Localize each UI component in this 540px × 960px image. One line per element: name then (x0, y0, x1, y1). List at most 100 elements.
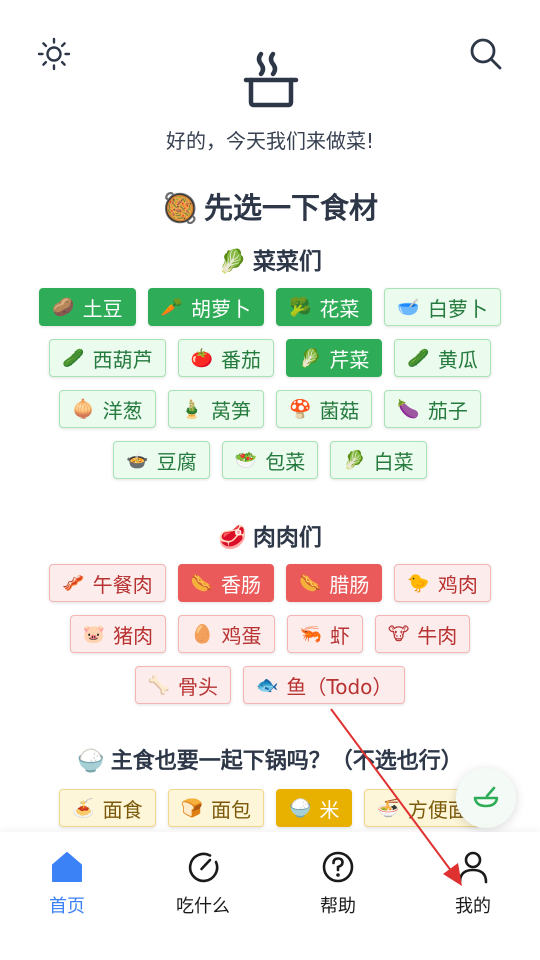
ingredient-icon: 🍲 (126, 449, 149, 471)
tab-label: 帮助 (320, 896, 356, 917)
veg-chip[interactable]: 🥕 胡萝卜 (147, 288, 264, 326)
ingredient-label: 芹菜 (329, 347, 370, 372)
ingredient-label: 胡萝卜 (191, 296, 251, 321)
ingredient-icon: 🎍 (180, 398, 203, 420)
veg-chip[interactable]: 🥔 土豆 (39, 288, 136, 326)
ingredient-label: 豆腐 (156, 449, 197, 474)
veg-chip[interactable]: 🍅 番茄 (177, 339, 274, 377)
ingredient-label: 鸡蛋 (221, 623, 262, 648)
ingredient-label: 土豆 (82, 296, 123, 321)
ingredient-icon: 🥔 (52, 296, 75, 318)
meat-chip[interactable]: 🥓 午餐肉 (49, 564, 166, 602)
meat-chip[interactable]: 🐷 猪肉 (69, 615, 167, 653)
tab-help[interactable]: 帮助 (293, 850, 383, 918)
meat-chip[interactable]: 🌭 腊肠 (286, 564, 383, 602)
ingredient-label: 香肠 (221, 572, 261, 597)
veg-row: 🍲 豆腐 🥗 包菜 🥬 白菜 (0, 441, 540, 479)
meat-row: 🦴 骨头 🐟 鱼（Todo） (0, 666, 540, 704)
ingredient-icon: 🥣 (397, 296, 420, 318)
meat-chip[interactable]: 🐮 牛肉 (374, 615, 471, 653)
ingredient-icon: 🍆 (397, 398, 420, 420)
veg-section-title: 🥬 菜菜们 (218, 249, 322, 275)
veg-chip[interactable]: 🍄 菌菇 (276, 390, 373, 428)
compass-icon (188, 852, 219, 883)
ingredient-icon: 🍚 (289, 797, 312, 819)
veg-chip[interactable]: 🍲 豆腐 (113, 441, 210, 479)
paella-icon: 🥘 (161, 191, 199, 225)
tab-what-to-eat[interactable]: 吃什么 (158, 850, 248, 918)
veg-chip[interactable]: 🍆 茄子 (384, 390, 481, 428)
home-icon (52, 852, 82, 882)
bowl-icon (473, 786, 499, 808)
veg-row: 🥔 土豆 🥕 胡萝卜 🥦 花菜 🥣 白萝卜 (0, 288, 540, 326)
ingredient-label: 包菜 (265, 449, 306, 474)
veg-chip[interactable]: 🎍 莴笋 (167, 390, 264, 428)
ingredient-icon: 🍝 (72, 797, 95, 819)
meat-row: 🥓 午餐肉 🌭 香肠 🌭 腊肠 🐤 鸡肉 (0, 564, 540, 602)
ingredient-label: 莴笋 (211, 398, 251, 423)
ingredient-label: 米 (319, 797, 340, 822)
ingredient-icon: 🍜 (377, 797, 400, 819)
veg-chip[interactable]: 🧅 洋葱 (59, 390, 156, 428)
ingredient-label: 虾 (329, 623, 350, 648)
staple-section-title: 🍚 主食也要一起下锅吗？（不选也行） (77, 749, 463, 774)
ingredient-icon: 🍅 (190, 347, 213, 369)
meat-chip[interactable]: 🌭 香肠 (177, 564, 274, 602)
veg-chip[interactable]: 🥬 白菜 (330, 441, 427, 479)
meat-chip[interactable]: 🐤 鸡肉 (394, 564, 491, 602)
page-subtitle: 好的，今天我们来做菜! (165, 129, 375, 153)
ingredient-icon: 🧅 (72, 398, 95, 420)
veg-row: 🧅 洋葱 🎍 莴笋 🍄 菌菇 🍆 茄子 (0, 390, 540, 428)
leafy-green-icon: 🥬 (218, 249, 247, 275)
ingredient-label: 牛肉 (417, 623, 458, 648)
tab-home[interactable]: 首页 (22, 850, 112, 918)
tab-mine[interactable]: 我的 (428, 850, 518, 918)
ingredient-icon: 🍄 (289, 398, 312, 420)
meat-row: 🐷 猪肉 🥚 鸡蛋 🦐 虾 🐮 牛肉 (0, 615, 540, 653)
ingredient-icon: 🦐 (299, 623, 322, 645)
choose-ingredients-title: 🥘 先选一下食材 (161, 191, 379, 225)
ingredient-icon: 🥕 (160, 296, 183, 318)
ingredient-icon: 🥬 (299, 347, 322, 369)
ingredient-label: 花菜 (319, 296, 360, 321)
veg-chip[interactable]: 🥒 黄瓜 (394, 339, 491, 377)
help-icon (322, 851, 354, 883)
search-icon[interactable] (468, 36, 504, 72)
veg-chip[interactable]: 🥒 西葫芦 (49, 339, 166, 377)
bottom-tab-bar: 首页 吃什么 帮助 我的 (0, 832, 540, 960)
steak-icon: 🥩 (218, 525, 247, 551)
veg-chip[interactable]: 🥗 包菜 (221, 441, 319, 479)
tab-label: 我的 (455, 896, 491, 917)
ingredient-label: 骨头 (178, 674, 218, 699)
cooking-pot-icon (243, 51, 299, 108)
recipe-fab-button[interactable] (456, 768, 516, 828)
ingredient-icon: 🥬 (343, 449, 366, 471)
meat-chip[interactable]: 🦴 骨头 (134, 666, 231, 704)
ingredient-label: 面包 (211, 797, 251, 822)
ingredient-icon: 🌭 (190, 572, 213, 594)
veg-chip[interactable]: 🥬 芹菜 (286, 339, 383, 377)
ingredient-icon: 🍞 (180, 797, 203, 819)
ingredient-icon: 🥚 (191, 623, 214, 645)
veg-chip[interactable]: 🥣 白萝卜 (384, 288, 501, 326)
rice-icon: 🍚 (77, 749, 105, 774)
ingredient-label: 白菜 (373, 449, 414, 474)
veg-chip[interactable]: 🥦 花菜 (276, 288, 373, 326)
sun-icon[interactable] (36, 36, 72, 72)
meat-section-title: 🥩 肉肉们 (218, 525, 322, 551)
ingredient-icon: 🐮 (387, 623, 410, 645)
ingredient-icon: 🌭 (299, 572, 322, 594)
staple-chip[interactable]: 🍞 面包 (167, 789, 264, 827)
ingredient-label: 茄子 (427, 398, 468, 423)
ingredient-icon: 🥒 (62, 347, 85, 369)
staple-chip[interactable]: 🍝 面食 (59, 789, 156, 827)
ingredient-label: 菌菇 (319, 398, 360, 423)
tab-label: 首页 (49, 896, 85, 917)
ingredient-label: 洋葱 (102, 398, 143, 423)
meat-chip[interactable]: 🦐 虾 (286, 615, 363, 653)
meat-chip[interactable]: 🐟 鱼（Todo） (243, 666, 406, 704)
ingredient-label: 鸡肉 (437, 572, 478, 597)
meat-chip[interactable]: 🥚 鸡蛋 (178, 615, 275, 653)
user-icon (458, 851, 488, 884)
staple-chip[interactable]: 🍚 米 (276, 789, 353, 827)
